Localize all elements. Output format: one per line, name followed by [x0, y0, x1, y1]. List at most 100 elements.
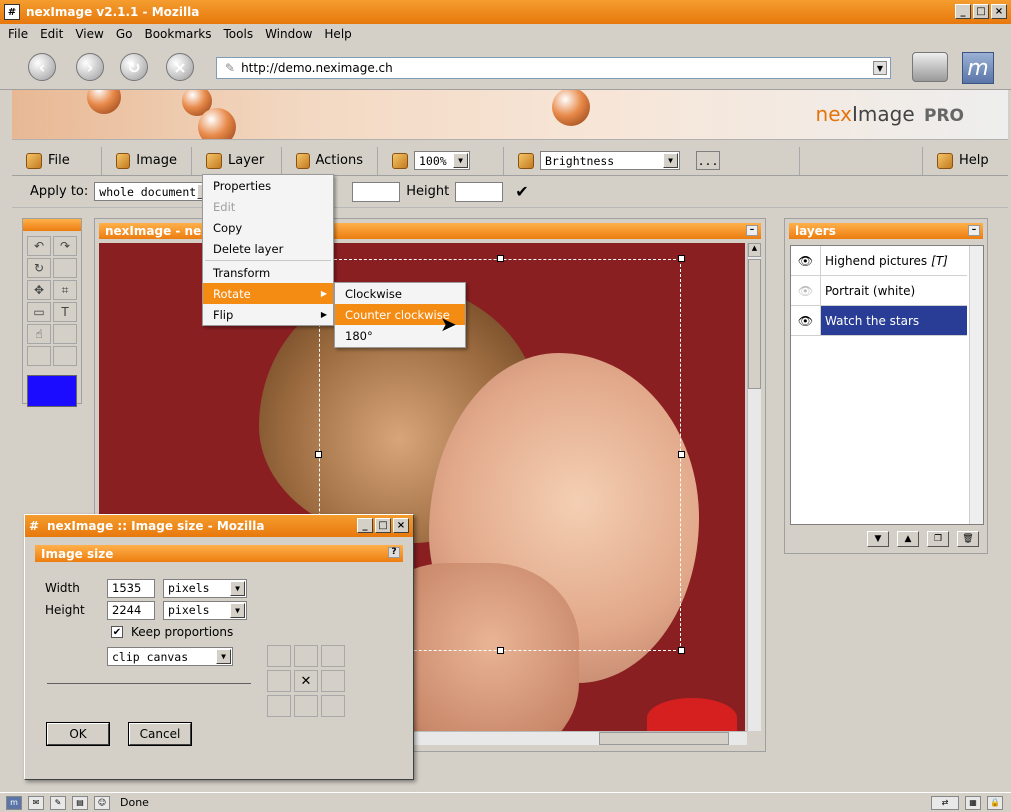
layer-row[interactable]: 👁 Portrait (white): [791, 276, 967, 306]
move-tool-icon[interactable]: ✥: [27, 280, 51, 300]
dialog-height-input[interactable]: 2244: [107, 600, 155, 620]
selection-handle[interactable]: [315, 451, 322, 458]
dialog-maximize-button[interactable]: □: [375, 518, 391, 533]
layer-delete-icon[interactable]: 🗑: [957, 531, 979, 547]
menu-bookmarks[interactable]: Bookmarks: [144, 27, 211, 41]
close-button[interactable]: ×: [991, 4, 1007, 19]
stop-icon[interactable]: ×: [166, 53, 194, 81]
menu-item-transform[interactable]: Transform: [203, 262, 333, 283]
redo-icon[interactable]: ↷: [53, 236, 77, 256]
anchor-cell[interactable]: [321, 695, 345, 717]
selection-handle[interactable]: [678, 255, 685, 262]
menu-item-clockwise[interactable]: Clockwise: [335, 283, 465, 304]
vertical-scrollbar[interactable]: ▲: [747, 243, 761, 731]
menu-window[interactable]: Window: [265, 27, 312, 41]
anchor-cell[interactable]: [267, 695, 291, 717]
dialog-close-button[interactable]: ×: [393, 518, 409, 533]
menu-go[interactable]: Go: [116, 27, 133, 41]
visible-eye-icon[interactable]: 👁: [791, 246, 821, 275]
mail-icon[interactable]: ✉: [28, 795, 44, 810]
anchor-cell[interactable]: [321, 670, 345, 692]
actions-menu-button[interactable]: Actions: [282, 146, 378, 175]
image-menu-button[interactable]: Image: [102, 146, 192, 175]
file-menu-button[interactable]: File: [12, 146, 102, 175]
menu-item-copy[interactable]: Copy: [203, 217, 333, 238]
layer-row[interactable]: 👁 Highend pictures [T]: [791, 246, 967, 276]
hand-tool-icon[interactable]: ☝: [27, 324, 51, 344]
width-unit-select[interactable]: pixels ▼: [163, 578, 247, 598]
scroll-up-icon[interactable]: ▲: [748, 243, 761, 257]
apply-bar: Apply to: whole document▼ Height ✔: [12, 176, 1008, 208]
forward-icon[interactable]: ›: [76, 53, 104, 81]
selection-handle[interactable]: [678, 647, 685, 654]
hidden-eye-icon[interactable]: 👁: [791, 276, 821, 305]
selection-handle[interactable]: [678, 451, 685, 458]
menu-file[interactable]: File: [8, 27, 28, 41]
ok-button[interactable]: OK: [46, 722, 110, 746]
anchor-cell[interactable]: [321, 645, 345, 667]
help-button[interactable]: Help: [922, 146, 1008, 175]
dialog-help-button[interactable]: ?: [388, 547, 400, 558]
maximize-button[interactable]: □: [973, 4, 989, 19]
height-input[interactable]: [455, 181, 504, 202]
selection-handle[interactable]: [497, 255, 504, 262]
menu-item-properties[interactable]: Properties: [203, 175, 333, 196]
address-book-icon[interactable]: ▤: [72, 795, 88, 810]
layer-row-selected[interactable]: 👁 Watch the stars: [791, 306, 967, 336]
menu-item-rotate[interactable]: Rotate ▶: [203, 283, 333, 304]
chat-icon[interactable]: ☺: [94, 795, 110, 810]
resize-mode-select[interactable]: clip canvas ▼: [107, 647, 233, 666]
menu-tools[interactable]: Tools: [224, 27, 254, 41]
back-icon[interactable]: ‹: [28, 53, 56, 81]
layer-up-icon[interactable]: ▲: [897, 531, 919, 547]
menu-view[interactable]: View: [75, 27, 103, 41]
menu-item-flip[interactable]: Flip ▶: [203, 304, 333, 325]
composer-icon[interactable]: ✎: [50, 795, 66, 810]
image-window-minimize-button[interactable]: –: [746, 225, 758, 236]
horizontal-scroll-thumb[interactable]: [599, 732, 729, 745]
width-input[interactable]: [352, 181, 401, 202]
crop-tool-icon[interactable]: ⌗: [53, 280, 77, 300]
print-icon[interactable]: [912, 52, 948, 82]
dialog-width-input[interactable]: 1535: [107, 578, 155, 598]
select-tool-icon[interactable]: ▭: [27, 302, 51, 322]
anchor-center-icon[interactable]: ✕: [294, 670, 318, 692]
url-field[interactable]: ✎ http://demo.neximage.ch ▼: [216, 57, 891, 79]
foreground-color-swatch[interactable]: [27, 375, 77, 407]
layer-down-icon[interactable]: ▼: [867, 531, 889, 547]
layer-duplicate-icon[interactable]: ❐: [927, 531, 949, 547]
layer-menu-button[interactable]: Layer: [192, 146, 282, 175]
url-dropdown-icon[interactable]: ▼: [873, 61, 887, 75]
menu-item-delete-layer[interactable]: Delete layer: [203, 238, 333, 259]
dialog-minimize-button[interactable]: _: [357, 518, 373, 533]
layers-scrollbar[interactable]: [969, 246, 983, 524]
menu-edit[interactable]: Edit: [40, 27, 63, 41]
anchor-cell[interactable]: [267, 645, 291, 667]
filter-options-button[interactable]: ...: [696, 151, 720, 170]
text-tool-icon[interactable]: T: [53, 302, 77, 322]
filter-select[interactable]: Brightness ▼: [540, 151, 680, 170]
anchor-cell[interactable]: [294, 645, 318, 667]
horizontal-scrollbar[interactable]: [413, 731, 747, 745]
dialog-window-title: nexImage :: Image size - Mozilla: [47, 519, 265, 533]
keep-proportions-checkbox[interactable]: ✔: [111, 626, 123, 638]
minimize-button[interactable]: _: [955, 4, 971, 19]
rotate-tool-icon[interactable]: ↻: [27, 258, 51, 278]
apply-to-select[interactable]: whole document▼: [94, 182, 215, 201]
anchor-cell[interactable]: [294, 695, 318, 717]
reload-icon[interactable]: ↻: [120, 53, 148, 81]
zoom-select[interactable]: 100% ▼: [414, 151, 470, 170]
mozilla-status-icon[interactable]: m: [6, 795, 22, 810]
anchor-cell[interactable]: [267, 670, 291, 692]
visible-eye-icon[interactable]: 👁: [791, 306, 821, 335]
apply-check-icon[interactable]: ✔: [515, 182, 528, 201]
selection-handle[interactable]: [497, 647, 504, 654]
vertical-scroll-thumb[interactable]: [748, 259, 761, 389]
height-unit-select[interactable]: pixels ▼: [163, 600, 247, 620]
undo-icon[interactable]: ↶: [27, 236, 51, 256]
menu-help[interactable]: Help: [324, 27, 351, 41]
layers-panel-minimize-button[interactable]: –: [968, 225, 980, 236]
security-lock-icon[interactable]: 🔒: [987, 795, 1003, 810]
tools-palette: ↶ ↷ ↻ ✥ ⌗ ▭ T ☝: [22, 218, 82, 407]
cancel-button[interactable]: Cancel: [128, 722, 192, 746]
